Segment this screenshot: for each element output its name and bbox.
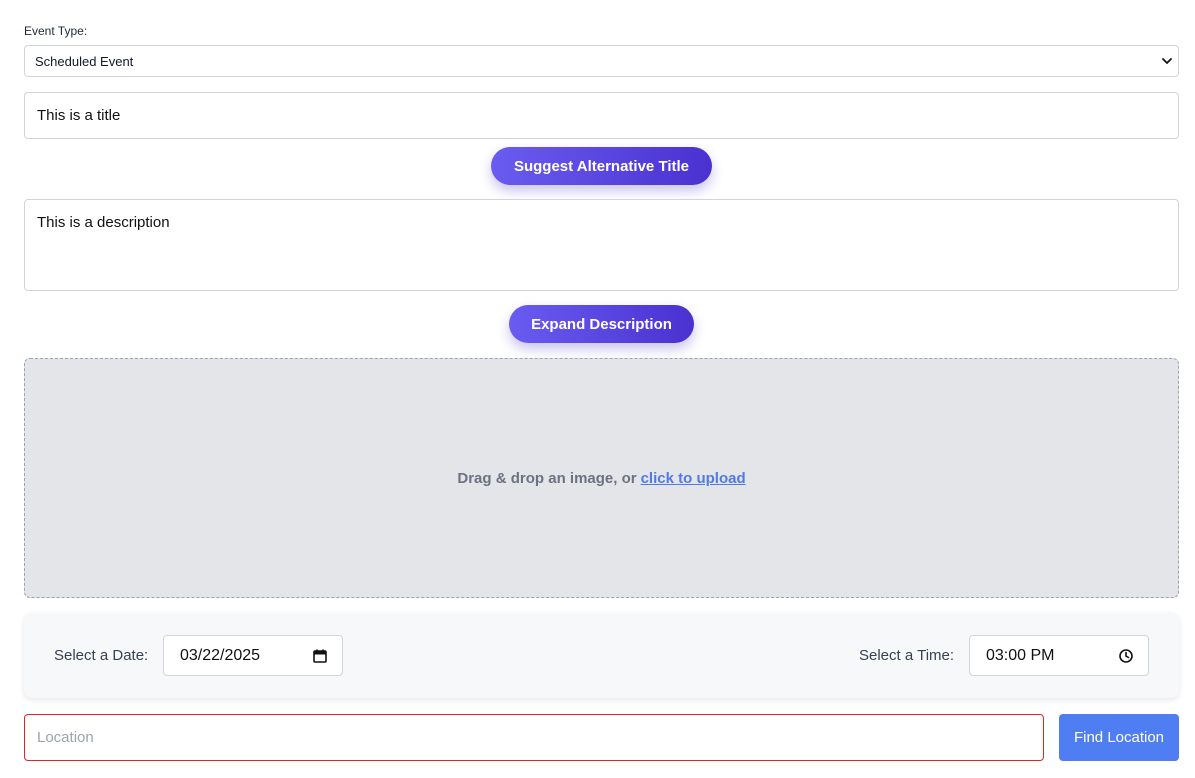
title-input[interactable]: This is a title: [24, 92, 1179, 139]
image-dropzone[interactable]: Drag & drop an image, or click to upload: [24, 358, 1179, 598]
find-location-button[interactable]: Find Location: [1059, 714, 1179, 761]
location-placeholder: Location: [37, 729, 94, 746]
upload-link[interactable]: click to upload: [641, 470, 746, 487]
event-type-label: Event Type:: [24, 24, 88, 38]
title-value: This is a title: [37, 107, 121, 124]
description-textarea[interactable]: This is a description: [24, 199, 1179, 291]
date-input[interactable]: 03/22/2025: [163, 635, 343, 676]
date-value: 03/22/2025: [180, 646, 261, 664]
expand-description-button[interactable]: Expand Description: [509, 305, 694, 343]
time-input[interactable]: 03:00 PM: [969, 635, 1149, 676]
calendar-icon[interactable]: [312, 648, 328, 664]
event-type-select[interactable]: Scheduled Event: [24, 45, 1179, 77]
description-value: This is a description: [37, 214, 170, 231]
chevron-down-icon: [1162, 58, 1172, 64]
date-label: Select a Date:: [54, 647, 149, 664]
datetime-panel: Select a Date: 03/22/2025 Select a Time:…: [24, 613, 1179, 698]
location-input[interactable]: Location: [24, 714, 1044, 761]
event-form: Event Type: Scheduled Event This is a ti…: [0, 0, 1188, 778]
event-type-selected: Scheduled Event: [35, 53, 134, 69]
dropzone-prompt: Drag & drop an image, or: [457, 469, 637, 487]
time-value: 03:00 PM: [986, 646, 1055, 664]
clock-icon[interactable]: [1118, 648, 1134, 664]
suggest-title-button[interactable]: Suggest Alternative Title: [491, 147, 712, 185]
time-label: Select a Time:: [859, 647, 955, 664]
